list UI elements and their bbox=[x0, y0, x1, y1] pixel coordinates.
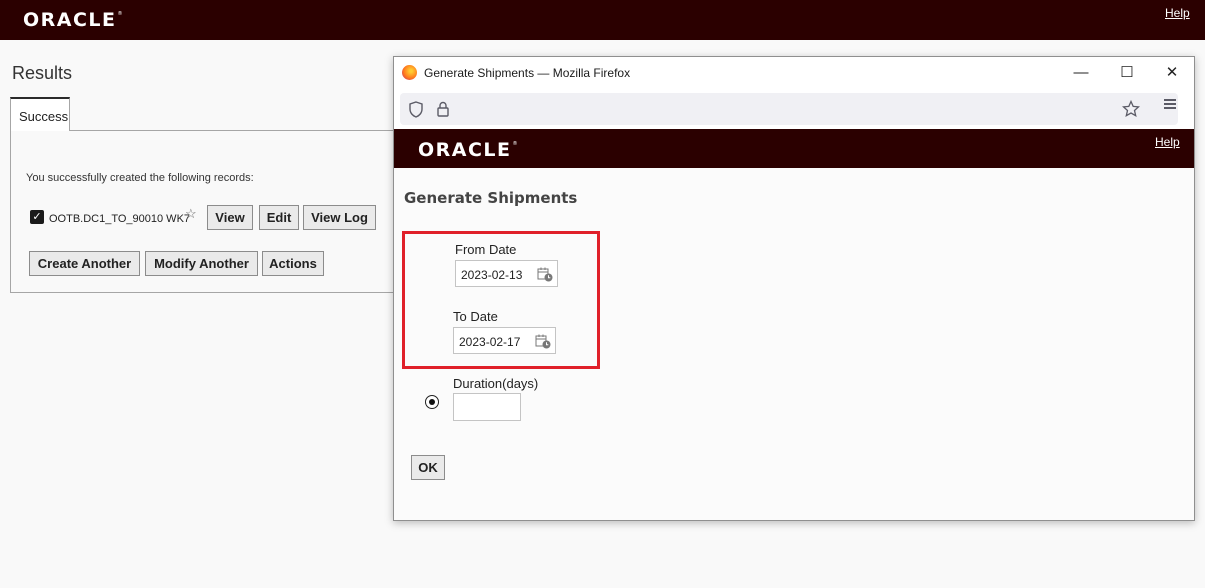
url-input[interactable] bbox=[468, 99, 1108, 119]
page-title: Generate Shipments bbox=[404, 189, 578, 207]
top-header-bar: ORACLE ® Help bbox=[0, 0, 1205, 40]
close-icon[interactable]: ✕ bbox=[1152, 61, 1192, 85]
maximize-icon[interactable]: ☐ bbox=[1107, 61, 1147, 85]
create-another-button[interactable]: Create Another bbox=[29, 251, 140, 276]
duration-label: Duration(days) bbox=[453, 376, 539, 391]
help-link[interactable]: Help bbox=[1165, 6, 1190, 20]
help-link[interactable]: Help bbox=[1155, 135, 1180, 149]
star-icon[interactable] bbox=[1122, 100, 1140, 118]
popup-page: ORACLE ® Help Generate Shipments From Dat… bbox=[394, 129, 1194, 520]
firefox-logo-icon bbox=[402, 65, 417, 80]
oracle-logo: ORACLE ® bbox=[23, 9, 123, 31]
ok-button[interactable]: OK bbox=[411, 455, 445, 480]
popup-header-bar: ORACLE ® Help bbox=[394, 129, 1194, 168]
window-title: Generate Shipments — Mozilla Firefox bbox=[424, 66, 631, 80]
minimize-icon[interactable]: — bbox=[1061, 61, 1101, 85]
calendar-icon[interactable] bbox=[535, 334, 551, 349]
url-bar[interactable] bbox=[400, 93, 1178, 125]
to-date-label: To Date bbox=[453, 309, 498, 324]
to-date-radio[interactable] bbox=[425, 395, 439, 409]
success-message: You successfully created the following r… bbox=[26, 172, 254, 184]
view-log-button[interactable]: View Log bbox=[303, 205, 376, 230]
from-date-input[interactable] bbox=[461, 267, 535, 282]
record-name: OOTB.DC1_TO_90010 WK7 bbox=[49, 213, 191, 225]
from-date-field[interactable] bbox=[455, 260, 558, 287]
from-date-label: From Date bbox=[455, 242, 517, 257]
results-panel: You successfully created the following r… bbox=[10, 130, 400, 293]
oracle-logo: ORACLE ® bbox=[418, 139, 518, 161]
shield-icon[interactable] bbox=[408, 101, 424, 118]
modify-another-button[interactable]: Modify Another bbox=[145, 251, 258, 276]
favorite-star-icon[interactable]: ☆ bbox=[185, 206, 197, 222]
calendar-icon[interactable] bbox=[537, 267, 553, 282]
tab-success[interactable]: Success bbox=[10, 97, 70, 131]
window-titlebar: Generate Shipments — Mozilla Firefox — ☐… bbox=[394, 57, 1194, 89]
view-button[interactable]: View bbox=[207, 205, 253, 230]
menu-icon[interactable] bbox=[1162, 97, 1178, 111]
firefox-popup-window: Generate Shipments — Mozilla Firefox — ☐… bbox=[393, 56, 1195, 521]
browser-toolbar bbox=[394, 89, 1194, 129]
actions-button[interactable]: Actions bbox=[262, 251, 324, 276]
to-date-field[interactable] bbox=[453, 327, 556, 354]
to-date-input[interactable] bbox=[459, 334, 533, 349]
edit-button[interactable]: Edit bbox=[259, 205, 299, 230]
page-title: Results bbox=[12, 63, 73, 83]
record-checkbox[interactable]: ✓ bbox=[30, 210, 44, 224]
duration-input[interactable] bbox=[453, 393, 521, 421]
lock-icon[interactable] bbox=[436, 101, 450, 118]
